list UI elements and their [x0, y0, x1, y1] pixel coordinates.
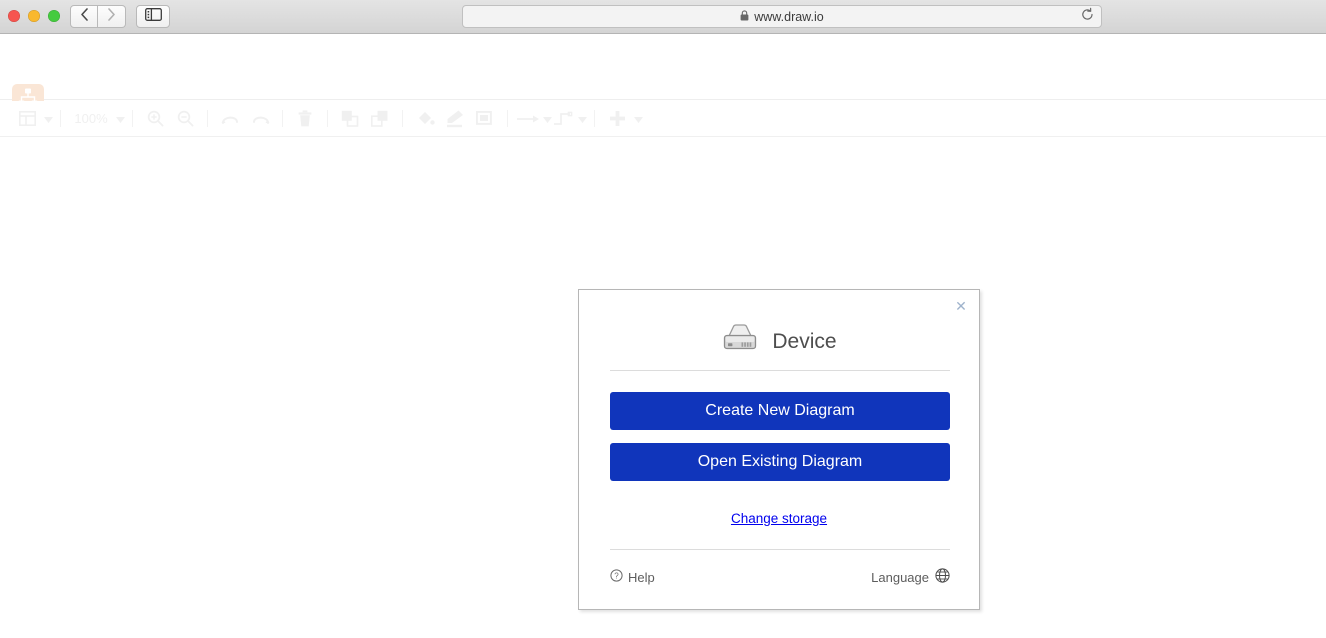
toolbar-undo-button	[215, 101, 245, 137]
toolbar-separator	[207, 110, 208, 127]
toolbar-zoom-out-button	[170, 101, 200, 137]
toolbar-fill-color-button	[410, 101, 440, 137]
line-color-icon	[440, 109, 470, 128]
delete-icon	[290, 110, 320, 127]
browser-nav-group	[70, 5, 126, 28]
window-traffic-lights	[8, 10, 60, 22]
close-icon[interactable]: ✕	[953, 298, 969, 314]
waypoints-icon	[552, 111, 576, 126]
open-existing-diagram-button[interactable]: Open Existing Diagram	[610, 443, 950, 481]
toolbar-insert-button	[602, 101, 643, 137]
help-button[interactable]: ? Help	[610, 569, 655, 585]
app-toolbar: 100%	[0, 101, 1326, 137]
to-back-icon	[365, 110, 395, 127]
undo-icon	[215, 112, 245, 125]
caret-down-icon	[116, 110, 125, 128]
zoom-level-label: 100%	[74, 111, 108, 126]
caret-down-icon	[578, 110, 587, 128]
toolbar-separator	[327, 110, 328, 127]
toolbar-separator	[282, 110, 283, 127]
storage-dialog: ✕ Device Create New Diagram Open Existin…	[578, 289, 980, 610]
chevron-left-icon	[80, 7, 89, 26]
browser-chrome: www.draw.io	[0, 0, 1326, 34]
toolbar-separator	[507, 110, 508, 127]
change-storage-wrap: Change storage	[579, 510, 979, 528]
sidebar-toggle-button[interactable]	[136, 5, 170, 28]
shadow-icon	[470, 110, 500, 127]
window-close-button[interactable]	[8, 10, 20, 22]
toolbar-separator	[402, 110, 403, 127]
address-bar-content: www.draw.io	[740, 9, 824, 24]
app-header: File Edit View Arrange Extras Help	[0, 34, 1326, 124]
zoom-in-icon	[140, 110, 170, 127]
toolbar-waypoints-button	[552, 101, 587, 137]
dialog-header: Device	[579, 323, 979, 360]
dialog-divider-bottom	[610, 549, 950, 550]
create-new-diagram-button[interactable]: Create New Diagram	[610, 392, 950, 430]
address-bar[interactable]: www.draw.io	[462, 5, 1102, 28]
hard-drive-icon	[721, 323, 759, 360]
language-button[interactable]: Language	[871, 568, 950, 586]
toolbar-separator	[60, 110, 61, 127]
toolbar-to-back-button	[365, 101, 395, 137]
toolbar-line-color-button	[440, 101, 470, 137]
layout-icon	[12, 111, 42, 126]
caret-down-icon	[44, 110, 53, 128]
lock-icon	[740, 9, 749, 24]
address-bar-url: www.draw.io	[754, 9, 824, 24]
change-storage-link[interactable]: Change storage	[731, 511, 827, 526]
dialog-title: Device	[772, 329, 837, 353]
forward-button[interactable]	[98, 5, 126, 28]
toolbar-delete-button	[290, 101, 320, 137]
toolbar-separator	[594, 110, 595, 127]
zoom-out-icon	[170, 110, 200, 127]
language-label: Language	[871, 569, 929, 585]
dialog-footer: ? Help Language	[610, 568, 950, 586]
toolbar-layout-button	[12, 101, 53, 137]
to-front-icon	[335, 110, 365, 127]
fill-color-icon	[410, 110, 440, 127]
toolbar-separator	[132, 110, 133, 127]
insert-icon	[602, 110, 632, 127]
window-minimize-button[interactable]	[28, 10, 40, 22]
chevron-right-icon	[107, 7, 116, 26]
sidebar-toggle-icon	[144, 7, 162, 26]
toolbar-shadow-button	[470, 101, 500, 137]
question-circle-icon: ?	[610, 569, 623, 585]
toolbar-zoom-in-button	[140, 101, 170, 137]
reload-icon[interactable]	[1081, 7, 1094, 26]
svg-text:?: ?	[614, 572, 619, 581]
toolbar-line-style-button	[515, 101, 552, 137]
caret-down-icon	[543, 110, 552, 128]
help-label: Help	[628, 569, 655, 585]
toolbar-zoom-control: 100%	[68, 101, 125, 137]
window-maximize-button[interactable]	[48, 10, 60, 22]
toolbar-redo-button	[245, 101, 275, 137]
caret-down-icon	[634, 110, 643, 128]
sidebar-toggle-button-wrap	[136, 5, 170, 28]
globe-icon	[935, 568, 950, 586]
redo-icon	[245, 112, 275, 125]
line-style-icon	[515, 114, 541, 124]
back-button[interactable]	[70, 5, 98, 28]
dialog-divider-top	[610, 370, 950, 371]
toolbar-to-front-button	[335, 101, 365, 137]
